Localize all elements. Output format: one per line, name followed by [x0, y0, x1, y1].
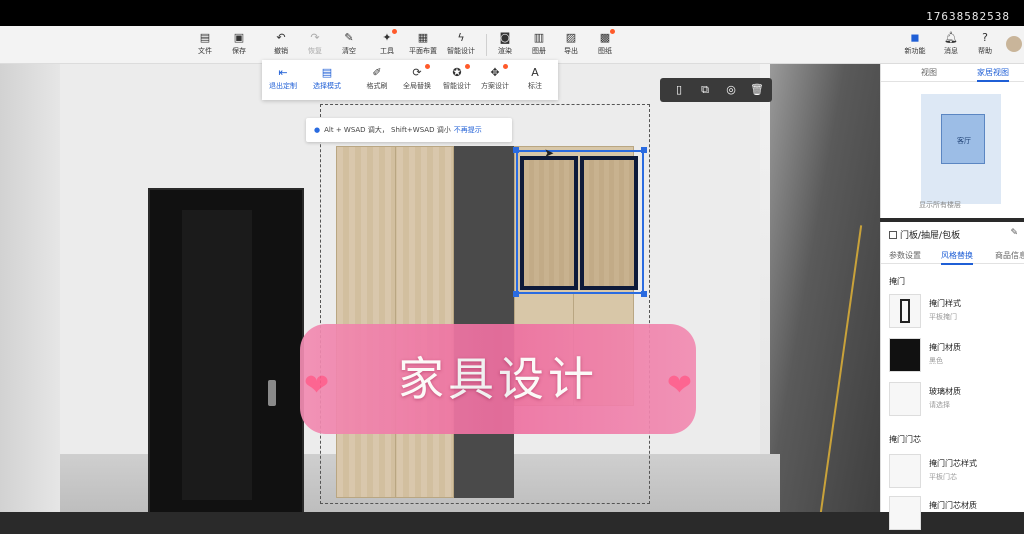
wardrobe-model[interactable]: [320, 104, 650, 504]
tab-params[interactable]: 参数设置: [889, 250, 921, 261]
tab-style-replace[interactable]: 风格替换: [941, 250, 973, 265]
top-black-bar: 17638582538: [0, 0, 1024, 26]
file-icon: ▤: [199, 31, 211, 44]
panel-title: 门板/抽屉/包板: [889, 228, 960, 241]
drawing-icon: ▩: [598, 29, 615, 44]
door-handle: [268, 380, 276, 406]
phone-number: 17638582538: [926, 10, 1010, 23]
new-feature-icon: ◼: [910, 31, 920, 44]
annotate-icon: A: [531, 66, 539, 79]
mouse-cursor-icon: ➤: [544, 146, 555, 160]
drawing-button[interactable]: ▩ 图纸: [590, 29, 620, 56]
avatar[interactable]: [1006, 36, 1022, 52]
album-icon: ▥: [533, 31, 545, 44]
smart-design-icon: ✪: [438, 64, 476, 79]
resize-handle[interactable]: [641, 147, 647, 153]
wardrobe-left-door[interactable]: [336, 146, 454, 498]
floorplan-minimap[interactable]: 客厅: [921, 94, 1001, 204]
custom-sub-toolbar: ⇤ 退出定制 ▤ 选择模式 ✐ 格式刷 ⟳ 全局替换 ✪ 智能设计 ✥ 方案设计 A 标注: [262, 60, 558, 100]
lightning-icon: ϟ: [457, 31, 465, 44]
glass-thumbnail: [889, 382, 921, 416]
resize-handle[interactable]: [513, 147, 519, 153]
file-button[interactable]: ▤ 文件: [190, 31, 220, 56]
global-replace-button[interactable]: ⟳ 全局替换: [398, 64, 436, 91]
core-material-thumbnail: [889, 496, 921, 530]
save-button[interactable]: ▣ 保存: [224, 31, 254, 56]
camera-icon: ◙: [499, 31, 511, 44]
prop-core-style[interactable]: 掩门门芯样式 平板门芯: [889, 454, 1021, 492]
title-banner: ❤ 家具设计 ❤: [300, 324, 696, 434]
door-style-thumbnail: [889, 294, 921, 328]
select-icon: ▤: [321, 66, 333, 79]
scheme-icon: ✥: [476, 64, 514, 79]
layout-icon: ▦: [417, 31, 429, 44]
banner-text: 家具设计: [398, 352, 598, 406]
prop-door-material[interactable]: 掩门材质 黑色: [889, 338, 1021, 376]
exit-icon: ⇤: [278, 66, 288, 79]
door-icon[interactable]: ▯: [672, 83, 686, 97]
resize-handle[interactable]: [513, 291, 519, 297]
export-icon: ▨: [565, 31, 577, 44]
message-button[interactable]: 🔔︎ 消息: [936, 31, 966, 56]
main-toolbar: ▤ 文件 ▣ 保存 ↶ 撤销 ↷ 恢复 ✎ 清空 ✦ 工具 ▦ 平面布置 ϟ 智能设计 ◙ 渲染 …: [0, 26, 1024, 64]
entry-door[interactable]: [148, 188, 304, 512]
redo-icon: ↷: [310, 31, 320, 44]
smart-design-button[interactable]: ϟ 智能设计: [446, 31, 476, 56]
export-button[interactable]: ▨ 导出: [556, 31, 586, 56]
selection-box: [516, 150, 644, 294]
tab-product-info[interactable]: 商品信息: [995, 250, 1024, 261]
save-icon: ▣: [233, 31, 245, 44]
bell-icon: 🔔︎: [944, 31, 958, 44]
wrench-icon: ✦: [380, 29, 397, 44]
annotate-button[interactable]: A 标注: [516, 66, 554, 91]
brush-icon: ✐: [372, 66, 382, 79]
help-icon: ?: [982, 31, 988, 44]
scheme-design-button[interactable]: ✥ 方案设计: [476, 64, 514, 91]
redo-button[interactable]: ↷ 恢复: [300, 31, 330, 56]
dont-show-again-link[interactable]: 不再提示: [454, 126, 482, 134]
exit-custom-button[interactable]: ⇤ 退出定制: [264, 66, 302, 91]
prop-door-style[interactable]: 掩门样式 平板掩门: [889, 294, 1021, 332]
trash-icon[interactable]: 🗑︎: [750, 83, 764, 97]
show-all-floors-label[interactable]: 显示所有楼层: [919, 200, 961, 210]
prop-core-material[interactable]: 掩门门芯材质: [889, 496, 1021, 534]
layout-button[interactable]: ▦ 平面布置: [408, 31, 438, 56]
section-door-core: 掩门门芯: [889, 435, 921, 444]
album-button[interactable]: ▥ 图册: [524, 31, 554, 56]
smart-design-sub-button[interactable]: ✪ 智能设计: [438, 64, 476, 91]
core-style-thumbnail: [889, 454, 921, 488]
edit-icon[interactable]: ✎: [1010, 228, 1018, 238]
select-mode-button[interactable]: ▤ 选择模式: [308, 66, 346, 91]
render-button[interactable]: ◙ 渲染: [490, 31, 520, 56]
undo-icon: ↶: [276, 31, 286, 44]
view-panel: 视图 家居视图 客厅 显示所有楼层: [880, 64, 1024, 218]
hide-icon[interactable]: ◎: [724, 83, 738, 97]
resize-handle[interactable]: [641, 291, 647, 297]
tab-view[interactable]: 视图: [921, 67, 937, 78]
heart-icon: ❤: [666, 368, 692, 403]
copy-icon[interactable]: ⧉: [698, 83, 712, 97]
clear-icon: ✎: [344, 31, 354, 44]
undo-button[interactable]: ↶ 撤销: [266, 31, 296, 56]
bell-icon: ●: [314, 126, 321, 134]
section-hinged-door: 掩门: [889, 277, 905, 286]
material-thumbnail: [889, 338, 921, 372]
replace-icon: ⟳: [398, 64, 436, 79]
object-mini-toolbar: ▯ ⧉ ◎ 🗑︎: [660, 78, 772, 102]
properties-panel: 门板/抽屉/包板 ✎ 参数设置 风格替换 商品信息 掩门 掩门样式 平板掩门 掩…: [880, 222, 1024, 530]
keyboard-hint: ● Alt + WSAD 调大， Shift+WSAD 调小 不再提示: [306, 118, 512, 142]
prop-glass-material[interactable]: 玻璃材质 请选择: [889, 382, 1021, 420]
clear-button[interactable]: ✎ 清空: [334, 31, 364, 56]
tab-home-view[interactable]: 家居视图: [977, 67, 1009, 82]
tools-button[interactable]: ✦ 工具: [372, 29, 402, 56]
format-brush-button[interactable]: ✐ 格式刷: [358, 66, 396, 91]
new-feature-button[interactable]: ◼ 新功能: [900, 31, 930, 56]
help-button[interactable]: ? 帮助: [970, 31, 1000, 56]
